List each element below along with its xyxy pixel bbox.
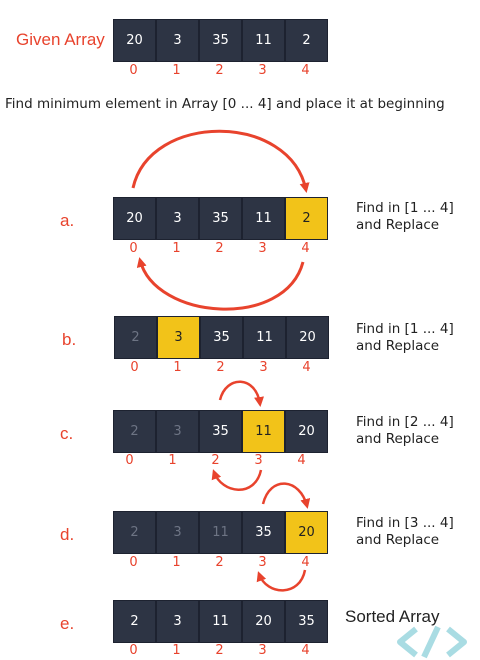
swap-arrow-bottom-c [211,469,263,491]
swap-arrow-bottom-d [256,569,307,592]
code-brackets-icon [397,625,467,659]
swap-arrow-top-d [261,482,311,509]
swap-arrow-top-a [131,129,310,193]
swap-arrow-top-c [218,380,264,407]
swap-arrows [131,129,311,592]
swap-arrow-bottom-a [136,257,305,311]
